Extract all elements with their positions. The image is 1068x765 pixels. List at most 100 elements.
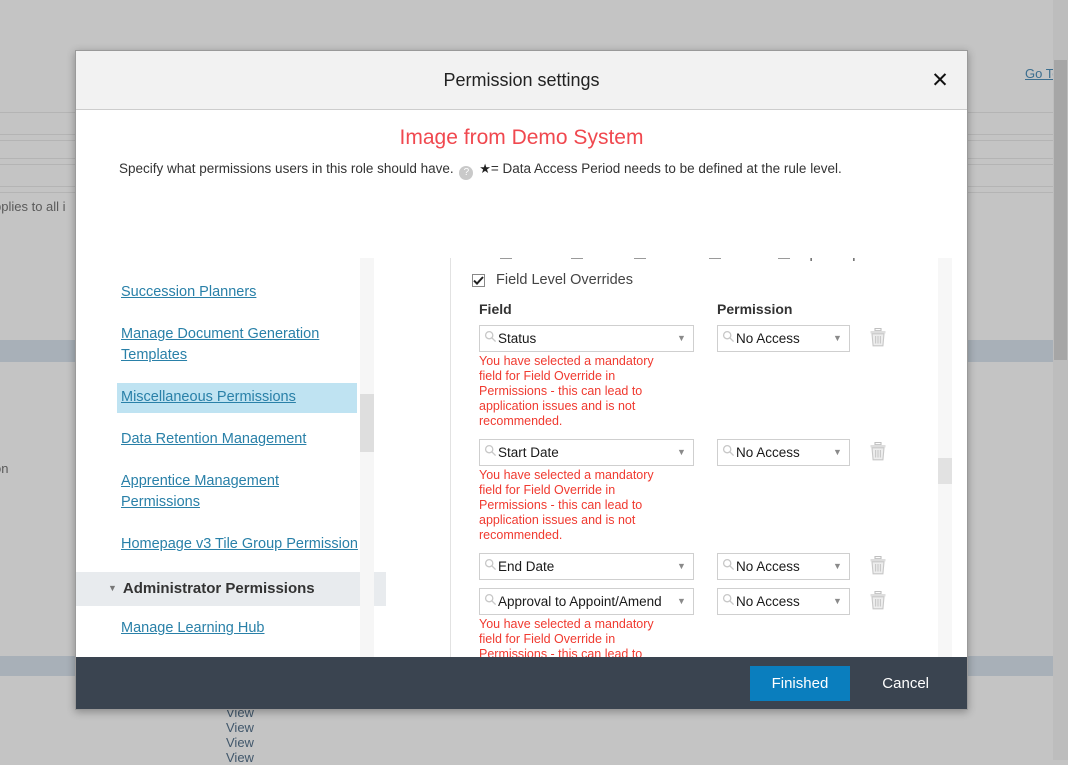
field-overrides-content: Actions: Create Insert Correct Delete Import/… [386,258,941,657]
trash-icon[interactable] [869,442,889,466]
chevron-down-icon: ▼ [677,448,689,457]
bg-view-link[interactable]: View [226,720,254,735]
left-pane-scrollbar-thumb[interactable] [360,394,374,452]
close-icon[interactable]: ✕ [923,63,957,97]
table-row: Approval to Appoint/Amend ▼ No Access ▼ [430,580,941,615]
field-select-value: End Date [498,554,674,579]
action-import-export-label: Import/Export [795,258,876,261]
intro-prefix-text: Specify what permissions users in this r… [119,161,454,176]
demo-system-heading: Image from Demo System [76,110,967,154]
trash-icon[interactable] [869,591,889,615]
column-header-permission: Permission [717,301,857,317]
right-pane-scrollbar-thumb[interactable] [938,458,952,484]
action-create[interactable]: Create [500,258,558,261]
chevron-down-icon: ▼ [833,597,845,606]
action-insert[interactable]: Insert [571,258,622,261]
permission-select-status[interactable]: No Access ▼ [717,325,850,352]
permissions-category-pane: Analytics permissions Succession Planner… [76,258,386,657]
permission-select-approval-to-appoint-amend[interactable]: No Access ▼ [717,588,850,615]
search-icon [722,444,735,462]
field-select-status[interactable]: Status ▼ [479,325,694,352]
actions-label: Actions: [430,258,484,261]
sidebar-item-homepage-v3-tile-group-permission[interactable]: Homepage v3 Tile Group Permission [121,530,366,560]
checkbox-insert[interactable] [571,258,583,259]
table-row: Status ▼ No Access ▼ [430,317,941,352]
mandatory-field-warning: You have selected a mandatory field for … [430,352,680,431]
permission-select-value: No Access [736,326,830,351]
sidebar-item-succession-planners[interactable]: Succession Planners [121,278,366,308]
permissions-category-list: Analytics permissions Succession Planner… [76,258,371,657]
dialog-titlebar: Permission settings ✕ [76,51,967,110]
bg-applies-text: pplies to all i [0,199,66,214]
sidebar-item-apprentice-management-permissions[interactable]: Apprentice Management Permissions [121,467,366,518]
bg-view-link[interactable]: View [226,735,254,750]
trash-icon[interactable] [869,556,889,580]
field-select-end-date[interactable]: End Date ▼ [479,553,694,580]
table-row: Start Date ▼ No Access ▼ [430,431,941,466]
sidebar-item-data-retention-management[interactable]: Data Retention Management [121,425,366,455]
search-icon [722,330,735,348]
search-icon [722,593,735,611]
page-scrollbar-track[interactable] [1053,0,1068,760]
sidebar-item-miscellaneous-permissions[interactable]: Miscellaneous Permissions [117,383,357,413]
page-scrollbar-thumb[interactable] [1054,60,1067,360]
sidebar-group-administrator-permissions[interactable]: ▼ Administrator Permissions [76,572,386,606]
field-overrides-pane: Actions: Create Insert Correct Delete Import/… [386,258,967,657]
caret-down-icon: ▼ [108,583,117,593]
mandatory-field-warning: You have selected a mandatory field for … [430,466,680,545]
dialog-body: Image from Demo System Specify what perm… [76,110,967,657]
finished-button[interactable]: Finished [750,666,851,701]
bg-fragment-text: on [0,461,8,476]
checkbox-correct[interactable] [634,258,646,259]
table-row: End Date ▼ No Access ▼ [430,545,941,580]
action-delete[interactable]: Delete [709,258,765,261]
search-icon [484,593,497,611]
help-icon[interactable]: ? [459,166,473,180]
checkbox-import-export[interactable] [778,258,790,259]
search-icon [484,444,497,462]
sidebar-item-analytics-permissions[interactable]: Analytics permissions [121,258,366,266]
page-title: Permission settings [443,70,599,91]
checkbox-create[interactable] [500,258,512,259]
left-pane-scrollbar-track[interactable] [360,258,374,657]
action-import-export[interactable]: Import/Export [778,258,876,261]
checkbox-delete[interactable] [709,258,721,259]
search-icon [484,558,497,576]
dialog-panes: Analytics permissions Succession Planner… [76,258,967,657]
field-select-value: Status [498,326,674,351]
field-select-value: Approval to Appoint/Amend [498,589,674,614]
permission-select-value: No Access [736,554,830,579]
chevron-down-icon: ▼ [677,562,689,571]
actions-row: Actions: Create Insert Correct Delete Import/… [430,258,941,268]
permission-select-value: No Access [736,440,830,465]
search-icon [484,330,497,348]
permission-select-start-date[interactable]: No Access ▼ [717,439,850,466]
permission-select-end-date[interactable]: No Access ▼ [717,553,850,580]
checkbox-field-level-overrides[interactable] [472,274,485,287]
field-level-overrides-row[interactable]: Field Level Overrides [430,268,941,288]
chevron-down-icon: ▼ [833,448,845,457]
bg-view-link[interactable]: View [226,750,254,765]
field-select-start-date[interactable]: Start Date ▼ [479,439,694,466]
sidebar-item-manage-document-generation-templates[interactable]: Manage Document Generation Templates [121,320,366,371]
field-level-overrides-label: Field Level Overrides [496,272,633,288]
sidebar-item-manage-learning-hub[interactable]: Manage Learning Hub [121,614,366,644]
search-icon [722,558,735,576]
chevron-down-icon: ▼ [833,334,845,343]
column-headers: Field Permission [430,288,941,317]
action-correct[interactable]: Correct [634,258,695,261]
sidebar-group-label: Administrator Permissions [123,580,315,597]
action-create-label: Create [517,258,558,261]
cancel-button[interactable]: Cancel [876,674,935,693]
chevron-down-icon: ▼ [833,562,845,571]
trash-icon[interactable] [869,328,889,352]
sidebar-item-manage-career-development[interactable]: Manage Career Development [121,656,366,657]
chevron-down-icon: ▼ [677,597,689,606]
action-insert-label: Insert [588,258,622,261]
star-icon: ★ [479,161,491,176]
column-header-field: Field [479,301,717,317]
field-select-value: Start Date [498,440,674,465]
intro-description: Specify what permissions users in this r… [76,154,967,180]
field-select-approval-to-appoint-amend[interactable]: Approval to Appoint/Amend ▼ [479,588,694,615]
action-delete-label: Delete [726,258,765,261]
